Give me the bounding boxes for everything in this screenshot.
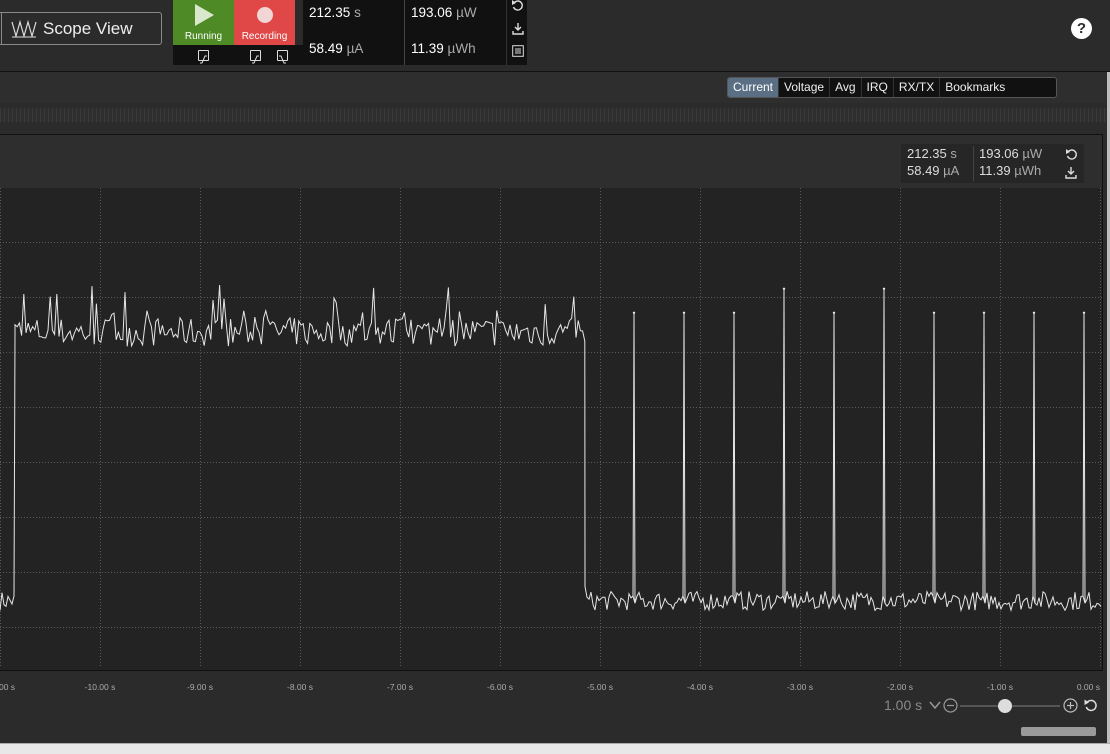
spike-point-8 (1032, 311, 1036, 314)
tab-avg[interactable]: Avg (830, 78, 862, 97)
selection-stats-panel: 212.35 s 58.49 µA 193.06 µW 11.39 µWh (901, 144, 1084, 183)
x-tick-label: -8.00 s (287, 682, 313, 692)
x-axis: -11.00 s -10.00 s -9.00 s -8.00 s -7.00 s -6.… (0, 671, 1107, 695)
plot-download-icon[interactable] (1061, 164, 1081, 180)
spike-point-9 (1082, 311, 1086, 314)
x-tick-label: -5.00 s (587, 682, 613, 692)
reset-icon[interactable] (507, 0, 528, 15)
tab-rxtx[interactable]: RX/TX (894, 78, 941, 97)
x-tick-label: -7.00 s (387, 682, 413, 692)
spike-point-5 (882, 287, 886, 290)
waveform-icon (11, 19, 37, 38)
top-toolbar (0, 0, 1110, 72)
spike-point-7 (982, 311, 986, 314)
x-tick-label: 0.00 s (1077, 682, 1100, 692)
x-tick-label: -6.00 s (487, 682, 513, 692)
x-tick-label: -10.00 s (85, 682, 116, 692)
elapsed-time: 212.35 s (309, 5, 361, 20)
x-tick-label: -1.00 s (987, 682, 1013, 692)
plot-power: 193.06 µW (979, 146, 1043, 161)
view-tabs: Current Voltage Avg IRQ RX/TX Bookmarks (727, 77, 1057, 98)
plot-energy: 11.39 µWh (979, 163, 1042, 178)
current-trace (0, 284, 1102, 613)
power-reading: 193.06 µW (411, 5, 477, 20)
horizontal-scrollbar[interactable] (0, 726, 1107, 737)
scrollbar-thumb[interactable] (1021, 727, 1096, 736)
spike-point-1 (682, 311, 686, 314)
trigger-controls (173, 45, 303, 65)
tab-bookmarks[interactable]: Bookmarks (940, 78, 1010, 97)
tab-current[interactable]: Current (728, 78, 780, 97)
plot-time: 212.35 s (907, 146, 957, 161)
scope-view-button[interactable]: Scope View (0, 12, 162, 45)
help-label: ? (1076, 20, 1087, 37)
running-label: Running (184, 31, 223, 42)
current-chart[interactable] (0, 188, 1102, 668)
trigger-edge-icon (198, 49, 209, 63)
zoom-level-label: 1.00 s (884, 697, 923, 713)
zoom-out-icon[interactable] (943, 698, 958, 713)
spike-point-3 (782, 287, 786, 290)
zoom-controls: 1.00 s (860, 694, 1110, 718)
falling-edge-icon[interactable] (276, 49, 288, 63)
plot-reset-icon[interactable] (1061, 146, 1081, 162)
x-tick-label: -9.00 s (187, 682, 213, 692)
list-icon[interactable] (507, 41, 528, 61)
scope-view-label: Scope View (43, 18, 133, 38)
recording-button[interactable]: Recording (234, 0, 295, 45)
zoom-in-icon[interactable] (1063, 698, 1078, 713)
help-icon[interactable]: ? (1071, 18, 1092, 39)
energy-reading: 11.39 µWh (411, 41, 476, 56)
chevron-down-icon[interactable] (929, 700, 941, 710)
spike-point-4 (832, 311, 836, 314)
record-trigger-toggles[interactable] (234, 45, 303, 65)
overview-minimap[interactable] (0, 108, 1107, 122)
live-stats-panel: 212.35 s 58.49 µA 193.06 µW 11.39 µWh (303, 0, 527, 65)
x-tick-label: -11.00 s (0, 682, 15, 692)
rising-edge-icon[interactable] (249, 49, 261, 63)
zoom-slider-handle[interactable] (998, 699, 1012, 713)
recording-label: Recording (241, 31, 288, 42)
tab-voltage[interactable]: Voltage (779, 78, 831, 97)
record-icon (256, 7, 273, 23)
x-tick-label: -3.00 s (787, 682, 813, 692)
zoom-reset-icon[interactable] (1083, 698, 1098, 713)
play-icon (194, 4, 214, 26)
x-tick-label: -2.00 s (887, 682, 913, 692)
download-icon[interactable] (507, 18, 528, 38)
plot-current: 58.49 µA (907, 163, 960, 178)
current-reading: 58.49 µA (309, 41, 364, 56)
tab-irq[interactable]: IRQ (862, 78, 894, 97)
running-button[interactable]: Running (173, 0, 234, 45)
x-tick-label: -4.00 s (687, 682, 713, 692)
spike-point-6 (932, 311, 936, 314)
run-trigger-toggle[interactable] (173, 45, 234, 65)
spike-point-2 (732, 311, 736, 314)
spike-point-0 (632, 311, 636, 314)
chart-traces (0, 284, 1102, 613)
status-footer (0, 743, 1110, 754)
